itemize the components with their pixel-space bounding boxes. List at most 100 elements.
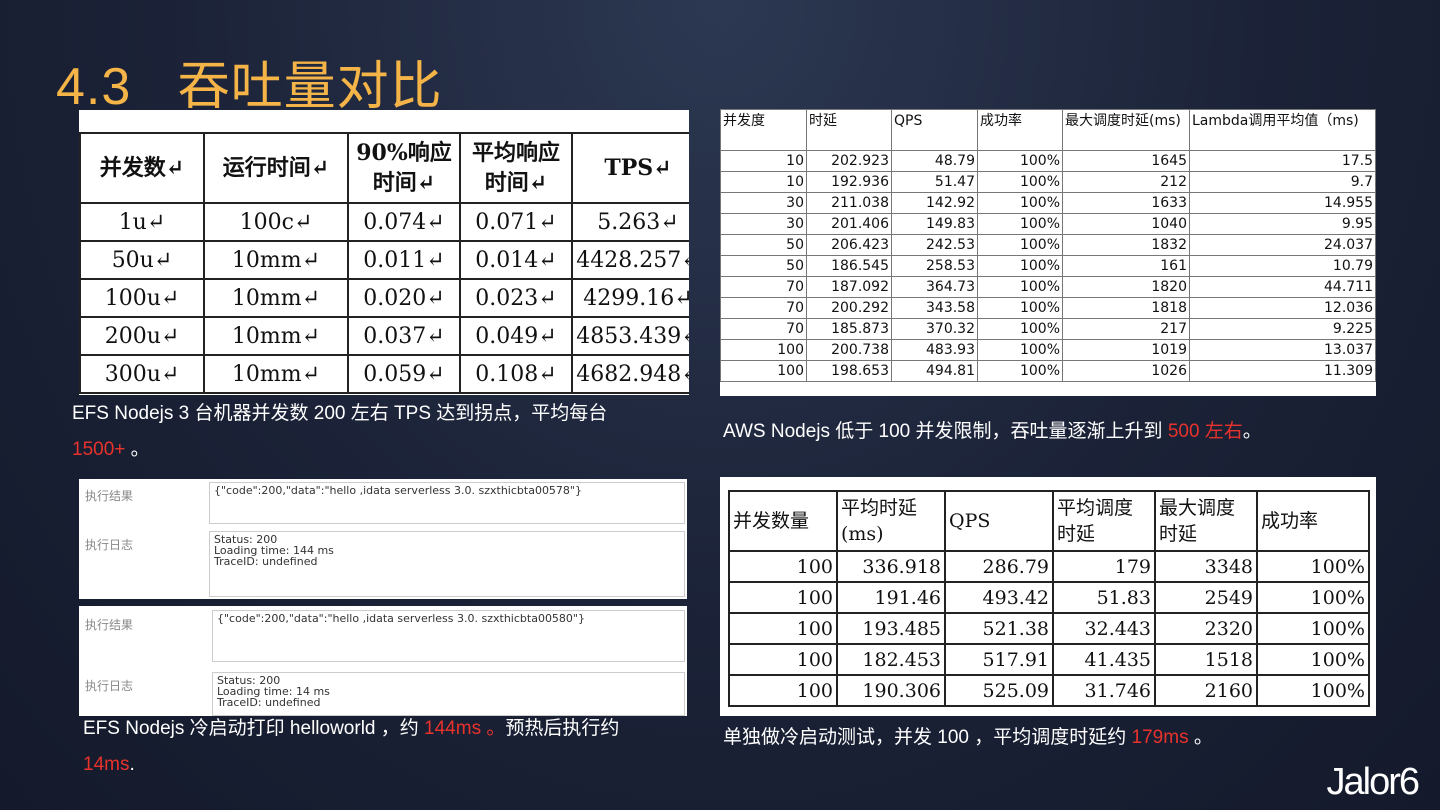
table-cell: 517.91 [944, 643, 1054, 676]
table-cell: 2160 [1154, 674, 1258, 707]
table-cell: 525.09 [944, 674, 1054, 707]
table-cell: 0.014↵ [459, 240, 573, 280]
table-cell: 14.955 [1189, 192, 1376, 214]
table-cell: 201.406 [806, 213, 892, 235]
caption-aws-throughput: AWS Nodejs 低于 100 并发限制，吞吐量逐渐上升到 500 左右。 [723, 421, 1262, 442]
table-cell: 3348 [1154, 550, 1258, 583]
table-cell: 100% [977, 234, 1063, 256]
table-cell: 70 [720, 276, 807, 298]
header-latency: 时延 [806, 109, 892, 151]
table-cell: 521.38 [944, 612, 1054, 645]
table-row: 10 202.923 48.79 100% 1645 17.5 [720, 150, 1376, 172]
table-cell: 48.79 [891, 150, 978, 172]
table-cell: 0.108↵ [459, 354, 573, 394]
table-cell: 0.074↵ [347, 202, 461, 242]
header-tps: TPS↵ [571, 132, 689, 204]
table-cell: 30 [720, 192, 807, 214]
table-cell: 100% [1256, 550, 1370, 583]
execution-screenshot-warm: 执行结果 {"code":200,"data":"hello ,idata se… [79, 606, 687, 716]
table-cell: 192.936 [806, 171, 892, 193]
table-cell: 0.011↵ [347, 240, 461, 280]
log-label: 执行日志 [85, 538, 134, 552]
table-cell: 100% [1256, 643, 1370, 676]
table-cell: 100% [977, 171, 1063, 193]
table-row: 70 185.873 370.32 100% 217 9.225 [720, 318, 1376, 340]
table-cell: 1019 [1062, 339, 1190, 361]
table-cell: 1818 [1062, 297, 1190, 319]
table-cell: 100u↵ [79, 278, 205, 318]
efs-benchmark-table: 并发数↵ 运行时间↵ 90%响应时间↵ 平均响应时间↵ TPS↵ 1u↵ 100c… [79, 110, 689, 395]
table-cell: 202.923 [806, 150, 892, 172]
table-cell: 100% [977, 297, 1063, 319]
table-row: 70 187.092 364.73 100% 1820 44.711 [720, 276, 1376, 298]
table-cell: 9.7 [1189, 171, 1376, 193]
table-cell: 100% [977, 276, 1063, 298]
table-row: 100 198.653 494.81 100% 1026 11.309 [720, 360, 1376, 382]
table-cell: 10mm↵ [203, 240, 349, 280]
table-cell: 70 [720, 297, 807, 319]
table-cell: 193.485 [836, 612, 946, 645]
table-cell: 370.32 [891, 318, 978, 340]
table-cell: 100 [728, 581, 838, 614]
table-cell: 100% [977, 150, 1063, 172]
table-row: 200u↵ 10mm↵ 0.037↵ 0.049↵ 4853.439↵ [79, 316, 689, 356]
table-cell: 100% [977, 192, 1063, 214]
table-cell: 13.037 [1189, 339, 1376, 361]
header-p90-response: 90%响应时间↵ [347, 132, 461, 204]
highlight-14ms: 14ms [83, 754, 130, 775]
table-row: 100 336.918 286.79 179 3348 100% [728, 550, 1370, 583]
table-cell: 217 [1062, 318, 1190, 340]
table-cell: 493.42 [944, 581, 1054, 614]
log-output: Status: 200 Loading time: 14 ms TraceID:… [212, 672, 685, 716]
table-cell: 179 [1052, 550, 1156, 583]
table-cell: 142.92 [891, 192, 978, 214]
table-cell: 31.746 [1052, 674, 1156, 707]
table-cell: 4428.257↵ [571, 240, 689, 280]
header-avg-response: 平均响应时间↵ [459, 132, 573, 204]
table-cell: 50u↵ [79, 240, 205, 280]
header-qps: QPS [944, 490, 1054, 552]
table-row: 50 186.545 258.53 100% 161 10.79 [720, 255, 1376, 277]
table-cell: 212 [1062, 171, 1190, 193]
header-avg-schedule-latency: 平均调度时延 [1052, 490, 1156, 552]
result-label: 执行结果 [85, 489, 134, 503]
table-row: 30 201.406 149.83 100% 1040 9.95 [720, 213, 1376, 235]
table-cell: 10.79 [1189, 255, 1376, 277]
table-cell: 1u↵ [79, 202, 205, 242]
header-concurrency: 并发度 [720, 109, 807, 151]
table-cell: 300u↵ [79, 354, 205, 394]
table-cell: 1645 [1062, 150, 1190, 172]
table-cell: 483.93 [891, 339, 978, 361]
highlight-1500: 1500+ [72, 439, 126, 460]
table-cell: 50 [720, 234, 807, 256]
caption-cold-start: EFS Nodejs 冷启动打印 helloworld ，约 144ms 。预热… [83, 718, 620, 775]
table-cell: 100 [720, 339, 807, 361]
table-cell: 2320 [1154, 612, 1258, 645]
table-cell: 100% [977, 339, 1063, 361]
header-lambda-avg: Lambda调用平均值（ms) [1189, 109, 1376, 151]
header-run-time: 运行时间↵ [203, 132, 349, 204]
table-cell: 242.53 [891, 234, 978, 256]
log-label: 执行日志 [85, 679, 134, 693]
highlight-144ms: 144ms 。 [424, 718, 506, 739]
table-cell: 200.738 [806, 339, 892, 361]
table-cell: 100 [728, 643, 838, 676]
table-cell: 0.059↵ [347, 354, 461, 394]
table-cell: 1820 [1062, 276, 1190, 298]
caption-cold-start-test: 单独做冷启动测试，并发 100 ，平均调度时延约 179ms 。 [723, 727, 1213, 748]
caption-efs-tps: EFS Nodejs 3 台机器并发数 200 左右 TPS 达到拐点，平均每台… [72, 403, 608, 460]
table-row: 100 200.738 483.93 100% 1019 13.037 [720, 339, 1376, 361]
header-success-rate: 成功率 [1256, 490, 1370, 552]
header-qps: QPS [891, 109, 978, 151]
table-row: 100 182.453 517.91 41.435 1518 100% [728, 643, 1370, 676]
table-cell: 17.5 [1189, 150, 1376, 172]
table-cell: 0.049↵ [459, 316, 573, 356]
table-cell: 1518 [1154, 643, 1258, 676]
table-cell: 0.020↵ [347, 278, 461, 318]
table-cell: 100% [1256, 581, 1370, 614]
header-max-schedule-latency: 最大调度时延 [1154, 490, 1258, 552]
table-row: 100 190.306 525.09 31.746 2160 100% [728, 674, 1370, 707]
table-cell: 200.292 [806, 297, 892, 319]
table-row: 1u↵ 100c↵ 0.074↵ 0.071↵ 5.263↵ [79, 202, 689, 242]
table-cell: 198.653 [806, 360, 892, 382]
